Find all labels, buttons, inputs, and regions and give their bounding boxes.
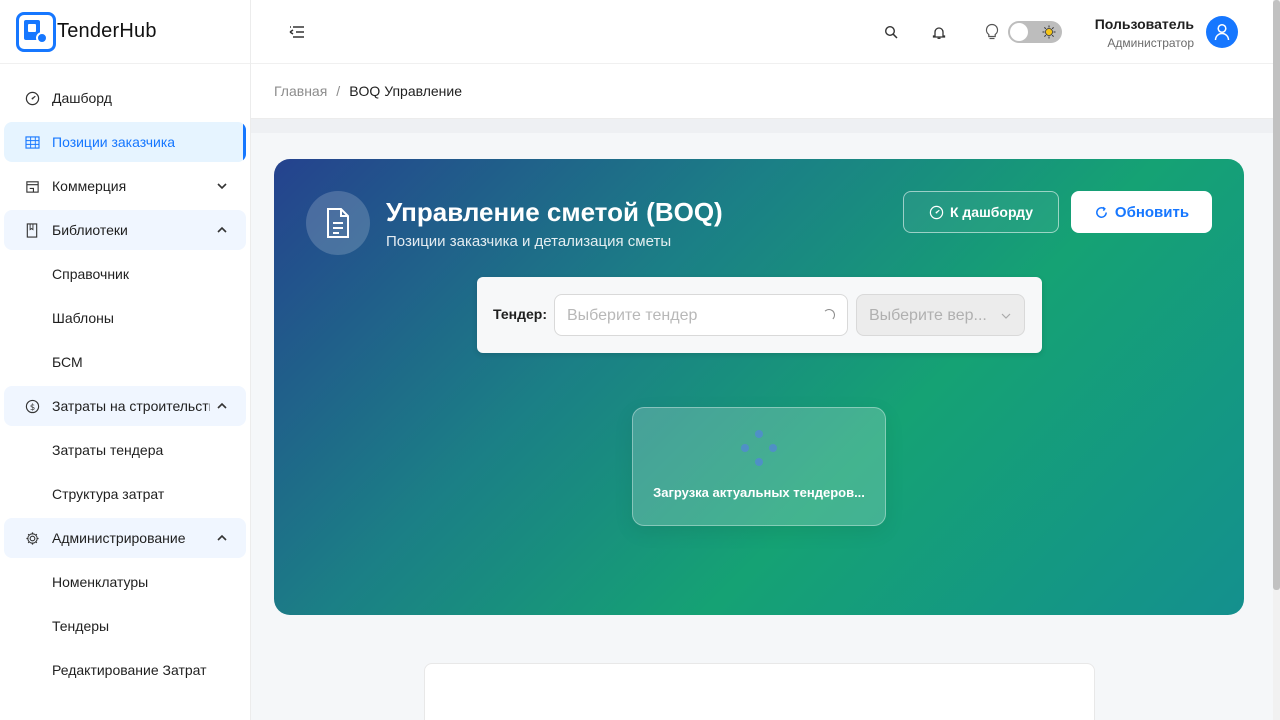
gear-icon	[24, 530, 40, 546]
search-icon[interactable]	[881, 22, 901, 42]
logo[interactable]: TenderHub	[0, 0, 250, 64]
dashboard-icon	[929, 205, 944, 220]
chevron-up-icon	[217, 534, 227, 541]
reload-icon	[1094, 205, 1109, 220]
tender-filter-bar: Тендер: Выберите тендер Выберите вер...	[477, 277, 1042, 353]
table-icon	[24, 134, 40, 150]
sidebar-item-administration[interactable]: Администрирование	[4, 518, 246, 558]
dollar-icon: $	[24, 398, 40, 414]
bell-icon[interactable]	[929, 22, 949, 42]
loading-text: Загрузка актуальных тендеров...	[653, 485, 865, 500]
breadcrumb-home[interactable]: Главная	[274, 83, 327, 99]
loading-dots-icon	[741, 430, 777, 466]
sidebar: TenderHub Дашборд Позиции заказчика Комм…	[0, 0, 251, 720]
file-icon	[306, 191, 370, 255]
user-name: Пользователь	[1094, 16, 1194, 32]
bulb-icon[interactable]	[982, 22, 1002, 42]
content-top-strip	[251, 119, 1273, 133]
menu-fold-icon[interactable]	[289, 24, 305, 40]
shop-icon	[24, 178, 40, 194]
boq-hero-panel: Управление сметой (BOQ) Позиции заказчик…	[274, 159, 1244, 615]
scrollbar-thumb[interactable]	[1273, 0, 1280, 590]
breadcrumb: Главная / BOQ Управление	[251, 64, 1273, 119]
sidebar-item-libraries[interactable]: Библиотеки	[4, 210, 246, 250]
sidebar-subitem[interactable]: Шаблоны	[4, 298, 246, 338]
content-card	[424, 663, 1095, 720]
toggle-knob	[1010, 23, 1028, 41]
to-dashboard-button[interactable]: К дашборду	[903, 191, 1059, 233]
sun-icon	[1042, 25, 1056, 39]
user-info[interactable]: Пользователь Администратор	[1095, 16, 1194, 50]
page-subtitle: Позиции заказчика и детализация сметы	[386, 233, 672, 250]
loading-card: Загрузка актуальных тендеров...	[632, 407, 886, 526]
chevron-up-icon	[217, 226, 227, 233]
sidebar-menu: Дашборд Позиции заказчика Коммерция Библ…	[0, 64, 250, 690]
user-icon	[1214, 23, 1230, 41]
chevron-down-icon	[217, 183, 227, 190]
avatar[interactable]	[1206, 16, 1238, 48]
sidebar-item-construction-costs[interactable]: $ Затраты на строительство	[4, 386, 246, 426]
logo-icon	[16, 11, 56, 52]
refresh-button[interactable]: Обновить	[1071, 191, 1212, 233]
sidebar-item-commerce[interactable]: Коммерция	[4, 166, 246, 206]
version-select[interactable]: Выберите вер...	[856, 294, 1025, 336]
tender-select-placeholder: Выберите тендер	[567, 307, 698, 324]
breadcrumb-separator: /	[336, 83, 341, 99]
breadcrumb-current: BOQ Управление	[349, 83, 463, 99]
sidebar-subitem[interactable]: Редактирование Затрат	[4, 650, 246, 690]
app-name: TenderHub	[57, 20, 157, 42]
sidebar-subitem[interactable]: Затраты тендера	[4, 430, 246, 470]
sidebar-item-customer-positions[interactable]: Позиции заказчика	[4, 122, 246, 162]
sidebar-subitem[interactable]: Номенклатуры	[4, 562, 246, 602]
sidebar-subitem[interactable]: Тендеры	[4, 606, 246, 646]
tender-label: Тендер:	[493, 306, 547, 322]
chevron-down-icon	[1001, 313, 1011, 319]
top-header: Пользователь Администратор	[251, 0, 1273, 64]
theme-toggle[interactable]	[1008, 21, 1062, 43]
page-scrollbar[interactable]	[1273, 0, 1280, 720]
user-role: Администратор	[1107, 36, 1194, 50]
page-title: Управление сметой (BOQ)	[386, 197, 723, 227]
chevron-up-icon	[217, 402, 227, 409]
sidebar-subitem[interactable]: Справочник	[4, 254, 246, 294]
loading-spinner-icon	[823, 309, 835, 321]
sidebar-subitem[interactable]: БСМ	[4, 342, 246, 382]
version-select-placeholder: Выберите вер...	[869, 307, 987, 324]
dashboard-icon	[24, 90, 40, 106]
tender-select[interactable]: Выберите тендер	[554, 294, 848, 336]
svg-text:$: $	[29, 401, 34, 411]
book-icon	[24, 222, 40, 238]
sidebar-item-dashboard[interactable]: Дашборд	[4, 78, 246, 118]
sidebar-subitem[interactable]: Структура затрат	[4, 474, 246, 514]
